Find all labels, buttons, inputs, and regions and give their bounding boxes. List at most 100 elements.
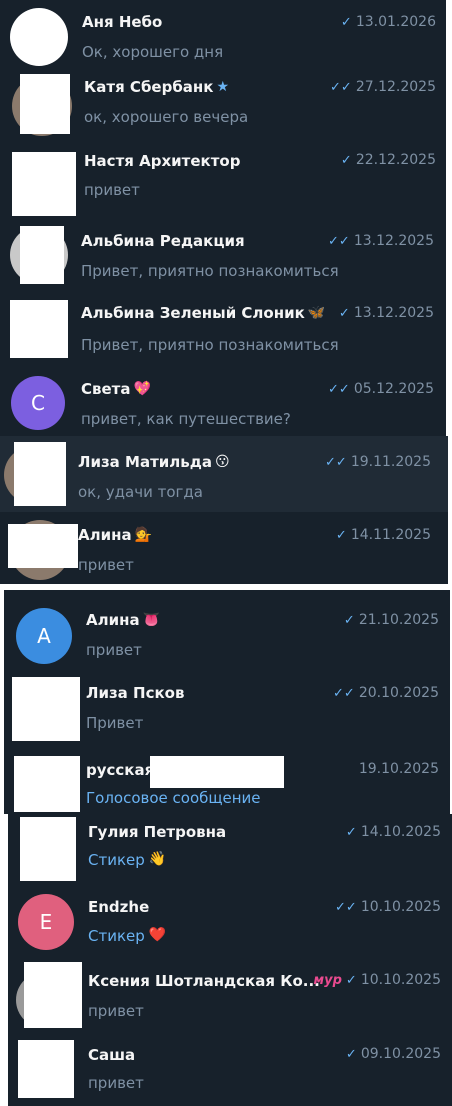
chat-meta: ✓ 13.01.2026 — [340, 14, 436, 30]
chat-name: Аня Небо — [82, 13, 163, 31]
double-check-icon: ✓✓ — [328, 233, 350, 249]
chat-meta: ✓✓ 20.10.2025 — [333, 685, 439, 701]
single-check-icon: ✓ — [345, 1046, 357, 1062]
double-check-icon: ✓✓ — [335, 899, 357, 915]
chat-meta: ✓✓ 05.12.2025 — [328, 381, 434, 397]
chat-list-segment-4: А Алина 👅 привет ✓ 21.10.2025 Лиза Псков П… — [4, 590, 450, 814]
chat-meta: ✓ 13.12.2025 — [338, 305, 434, 321]
chat-meta: ✓✓ 19.11.2025 — [325, 454, 431, 470]
chat-last-message: Привет, приятно познакомиться — [81, 336, 339, 354]
chat-row-albina-redaktsiya[interactable]: Альбина Редакция Привет, приятно познако… — [0, 220, 446, 290]
chat-row-endzhe[interactable]: E Endzhe Стикер ❤️ ✓✓ 10.10.2025 — [8, 886, 452, 958]
chat-name: Алина 💁 — [78, 526, 153, 544]
chat-row-kseniya[interactable]: Ксения Шотландская Ко... привет мур ✓ 10.1… — [8, 958, 452, 1032]
avatar — [18, 1040, 74, 1098]
single-check-icon: ✓ — [338, 305, 350, 321]
chat-last-message: привет — [88, 1074, 144, 1092]
chat-list-segment-1: Аня Небо Ок, хорошего дня ✓ 13.01.2026 Ка… — [0, 0, 446, 140]
chat-last-message: Ок, хорошего дня — [82, 43, 224, 61]
chat-row-guliya[interactable]: Гулия Петровна Стикер 👋 ✓ 14.10.2025 — [8, 814, 452, 884]
chat-last-message: Стикер ❤️ — [88, 927, 167, 945]
butterfly-icon: 🦋 — [307, 305, 326, 321]
chat-name: Endzhe — [88, 898, 150, 916]
avatar — [20, 817, 76, 881]
avatar: E — [18, 894, 74, 950]
avatar — [14, 756, 80, 812]
double-check-icon: ✓✓ — [328, 381, 350, 397]
single-check-icon: ✓ — [340, 14, 352, 30]
chat-meta: ✓✓ 27.12.2025 — [330, 79, 436, 95]
chat-meta: ✓✓ 10.10.2025 — [335, 899, 441, 915]
chat-name: Гулия Петровна — [88, 823, 227, 841]
avatar: А — [16, 608, 72, 664]
chat-meta: ✓ 14.11.2025 — [335, 527, 431, 543]
redaction-box — [14, 442, 66, 506]
chat-list-segment-3: Лиза Матильда 😗 ок, удачи тогда ✓✓ 19.11.2… — [0, 436, 448, 584]
person-emoji-icon: 💁 — [134, 527, 153, 543]
chat-last-message: ок, хорошего вечера — [84, 108, 249, 126]
chat-meta: ✓ 22.12.2025 — [340, 152, 436, 168]
single-check-icon: ✓ — [345, 824, 357, 840]
chat-last-message: привет — [84, 181, 140, 199]
chat-name: Альбина Редакция — [81, 232, 245, 250]
chat-row-sasha[interactable]: Саша привет ✓ 09.10.2025 — [8, 1032, 452, 1106]
chat-row-nastya[interactable]: Настя Архитектор привет ✓ 22.12.2025 — [0, 140, 446, 216]
avatar — [12, 152, 76, 216]
chat-meta: ✓✓ 13.12.2025 — [328, 233, 434, 249]
chat-meta: 19.10.2025 — [358, 761, 439, 777]
double-check-icon: ✓✓ — [333, 685, 355, 701]
kiss-face-icon: 😗 — [215, 454, 230, 470]
chat-meta: мур ✓ 10.10.2025 — [313, 972, 441, 988]
chat-last-message: привет, как путешествие? — [81, 410, 291, 428]
tongue-icon: 👅 — [142, 612, 161, 628]
single-check-icon: ✓ — [343, 612, 355, 628]
chat-list-segment-2: Настя Архитектор привет ✓ 22.12.2025 Альб… — [0, 140, 446, 436]
chat-row-liza-matilda[interactable]: Лиза Матильда 😗 ок, удачи тогда ✓✓ 19.11.2… — [0, 436, 448, 512]
mur-badge-icon: мур — [313, 972, 342, 988]
avatar — [12, 677, 80, 741]
chat-list-segment-5: Гулия Петровна Стикер 👋 ✓ 14.10.2025 E End… — [8, 814, 452, 1106]
chat-meta: ✓ 21.10.2025 — [343, 612, 439, 628]
chat-meta: ✓ 14.10.2025 — [345, 824, 441, 840]
redaction-box — [20, 74, 70, 134]
redaction-box — [8, 524, 78, 568]
star-icon: ★ — [216, 79, 230, 95]
chat-row-albina-slonik[interactable]: Альбина Зеленый Слоник 🦋 Привет, приятно … — [0, 290, 446, 364]
chat-row-alina-2[interactable]: А Алина 👅 привет ✓ 21.10.2025 — [4, 590, 450, 674]
chat-name: Лиза Псков — [86, 684, 185, 702]
chat-name: Саша — [88, 1046, 136, 1064]
redaction-box — [24, 962, 82, 1028]
redaction-box — [20, 226, 64, 284]
heart-icon: 💖 — [133, 381, 151, 397]
chat-row-alina-1[interactable]: Алина 💁 привет ✓ 14.11.2025 — [0, 514, 448, 584]
chat-name: Альбина Зеленый Слоник 🦋 — [81, 304, 326, 322]
avatar — [10, 300, 68, 358]
chat-last-message: Голосовое сообщение — [86, 789, 261, 807]
waving-hand-icon: 👋 — [148, 851, 167, 867]
heart-icon: ❤️ — [148, 927, 167, 943]
chat-last-message: привет — [88, 1002, 144, 1020]
chat-name: Катя Сбербанк ★ — [84, 78, 230, 96]
chat-last-message: Привет — [86, 714, 144, 732]
redaction-box — [150, 756, 284, 788]
avatar: С — [11, 376, 65, 430]
single-check-icon: ✓ — [335, 527, 347, 543]
single-check-icon: ✓ — [345, 972, 357, 988]
chat-last-message: привет — [78, 556, 134, 574]
chat-name: Света 💖 — [81, 380, 151, 398]
chat-name: Ксения Шотландская Ко... — [88, 972, 320, 990]
chat-row-russkaya[interactable]: русская Голосовое сообщение 19.10.2025 — [4, 744, 450, 814]
double-check-icon: ✓✓ — [330, 79, 352, 95]
chat-last-message: ок, удачи тогда — [78, 483, 203, 501]
chat-last-message: Привет, приятно познакомиться — [81, 262, 339, 280]
chat-last-message: привет — [86, 641, 142, 659]
chat-row-sveta[interactable]: С Света 💖 привет, как путешествие? ✓✓ 05.1… — [0, 366, 446, 436]
avatar — [10, 8, 68, 66]
single-check-icon: ✓ — [340, 152, 352, 168]
chat-row-katya[interactable]: Катя Сбербанк ★ ок, хорошего вечера ✓✓ 27.… — [0, 70, 446, 140]
chat-name: Лиза Матильда 😗 — [78, 453, 230, 471]
chat-name: Алина 👅 — [86, 611, 161, 629]
chat-row-anya[interactable]: Аня Небо Ок, хорошего дня ✓ 13.01.2026 — [0, 0, 446, 70]
chat-meta: ✓ 09.10.2025 — [345, 1046, 441, 1062]
chat-row-liza-pskov[interactable]: Лиза Псков Привет ✓✓ 20.10.2025 — [4, 674, 450, 744]
